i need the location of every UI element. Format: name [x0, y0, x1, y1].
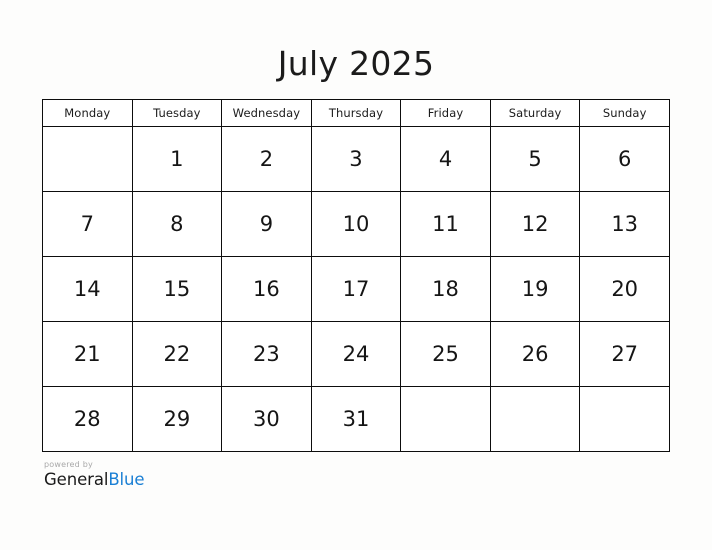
- day-cell[interactable]: 29: [131, 386, 223, 452]
- weekday-header-saturday: Saturday: [489, 99, 581, 127]
- day-cell[interactable]: 25: [400, 321, 491, 387]
- weekday-header-wednesday: Wednesday: [221, 99, 312, 127]
- day-cell-empty: [489, 386, 581, 452]
- day-cell[interactable]: 27: [579, 321, 670, 387]
- day-cell[interactable]: 19: [489, 256, 581, 322]
- weekday-header-tuesday: Tuesday: [131, 99, 223, 127]
- day-cell[interactable]: 28: [42, 386, 133, 452]
- day-cell[interactable]: 9: [221, 191, 312, 257]
- day-cell[interactable]: 1: [131, 126, 223, 192]
- calendar-page: July 2025 Monday Tuesday Wednesday Thurs…: [0, 0, 712, 550]
- calendar-week-row: 1 2 3 4 5 6: [42, 126, 670, 192]
- brand-name-primary: General: [44, 470, 109, 489]
- day-cell[interactable]: 13: [579, 191, 670, 257]
- day-cell[interactable]: 15: [131, 256, 223, 322]
- day-cell[interactable]: 31: [310, 386, 402, 452]
- day-cell[interactable]: 6: [579, 126, 670, 192]
- day-cell[interactable]: 22: [131, 321, 223, 387]
- calendar-week-row: 7 8 9 10 11 12 13: [42, 191, 670, 257]
- day-cell[interactable]: 12: [489, 191, 581, 257]
- powered-by-label: powered by: [44, 460, 93, 469]
- generalblue-logo[interactable]: GeneralBlue: [44, 470, 145, 489]
- calendar-week-row: 28 29 30 31: [42, 386, 670, 452]
- day-cell[interactable]: 23: [221, 321, 312, 387]
- weekday-header-friday: Friday: [400, 99, 491, 127]
- weekday-header-sunday: Sunday: [579, 99, 670, 127]
- day-cell[interactable]: 17: [310, 256, 402, 322]
- day-cell[interactable]: 26: [489, 321, 581, 387]
- brand-name-accent: Blue: [108, 470, 145, 489]
- page-title: July 2025: [277, 44, 435, 83]
- day-cell[interactable]: 14: [42, 256, 133, 322]
- day-cell[interactable]: 7: [42, 191, 133, 257]
- day-cell[interactable]: 4: [400, 126, 491, 192]
- day-cell[interactable]: 18: [400, 256, 491, 322]
- calendar-week-row: 14 15 16 17 18 19 20: [42, 256, 670, 322]
- day-cell[interactable]: 3: [310, 126, 402, 192]
- day-cell[interactable]: 30: [221, 386, 312, 452]
- day-cell[interactable]: 24: [310, 321, 402, 387]
- day-cell[interactable]: 21: [42, 321, 133, 387]
- calendar-week-row: 21 22 23 24 25 26 27: [42, 321, 670, 387]
- weekday-header-monday: Monday: [42, 99, 133, 127]
- day-cell[interactable]: 8: [131, 191, 223, 257]
- day-cell-empty: [400, 386, 491, 452]
- day-cell[interactable]: 2: [221, 126, 312, 192]
- day-cell-empty: [42, 126, 133, 192]
- day-cell[interactable]: 16: [221, 256, 312, 322]
- day-cell[interactable]: 10: [310, 191, 402, 257]
- day-cell-empty: [579, 386, 670, 452]
- day-cell[interactable]: 5: [489, 126, 581, 192]
- day-cell[interactable]: 11: [400, 191, 491, 257]
- calendar-grid: Monday Tuesday Wednesday Thursday Friday…: [42, 99, 670, 452]
- weekday-header-thursday: Thursday: [310, 99, 402, 127]
- brand-footer: powered by GeneralBlue: [44, 460, 145, 489]
- weekday-header-row: Monday Tuesday Wednesday Thursday Friday…: [42, 99, 670, 127]
- day-cell[interactable]: 20: [579, 256, 670, 322]
